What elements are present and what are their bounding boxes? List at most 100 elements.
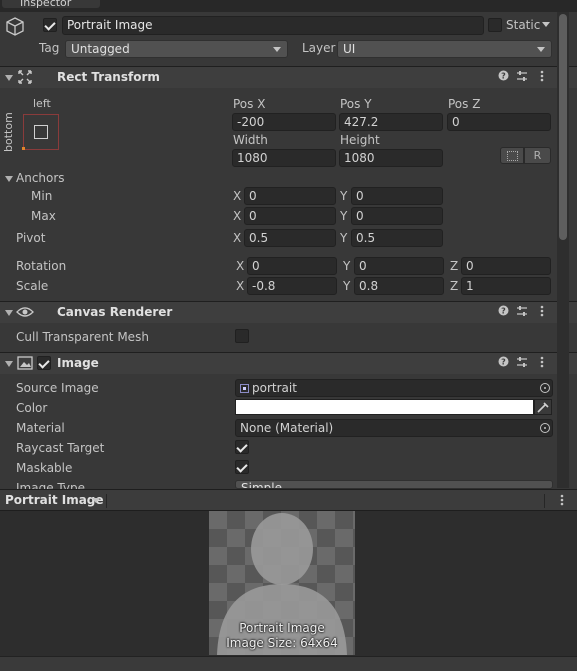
rotation-y-input[interactable]: 0 bbox=[354, 257, 444, 275]
maskable-checkbox[interactable] bbox=[235, 460, 249, 474]
gameobject-cube-icon bbox=[4, 16, 26, 38]
presets-icon[interactable] bbox=[516, 70, 528, 85]
help-icon[interactable]: ? bbox=[498, 70, 509, 84]
context-menu-icon[interactable] bbox=[540, 70, 544, 85]
anchor-min-label: Min bbox=[31, 189, 53, 203]
scale-y-input[interactable]: 0.8 bbox=[354, 277, 444, 295]
image-type-value: Simple bbox=[241, 481, 282, 489]
anchor-presets-button[interactable] bbox=[22, 114, 59, 150]
anchor-horizontal-label: left bbox=[33, 97, 51, 110]
pos-z-input[interactable]: 0 bbox=[447, 113, 551, 131]
object-picker-icon[interactable] bbox=[540, 383, 550, 393]
inspector-scrollbar-thumb[interactable] bbox=[559, 14, 567, 240]
object-name-input[interactable]: Portrait Image bbox=[62, 16, 484, 35]
image-menu-icon[interactable] bbox=[540, 356, 544, 371]
eye-icon bbox=[16, 305, 34, 319]
static-label: Static bbox=[506, 18, 541, 32]
material-picker-icon[interactable] bbox=[540, 423, 550, 433]
anchor-min-y-axis: Y bbox=[340, 189, 348, 203]
anchor-max-y-input[interactable]: 0 bbox=[351, 207, 443, 225]
anchor-max-label: Max bbox=[31, 209, 56, 223]
anchor-dot-icon bbox=[22, 147, 25, 150]
blueprint-mode-button[interactable] bbox=[500, 147, 524, 164]
raycast-target-checkbox[interactable] bbox=[235, 440, 249, 454]
canvas-renderer-menu-icon[interactable] bbox=[540, 305, 544, 320]
layer-dropdown[interactable]: UI bbox=[337, 40, 552, 58]
inspector-tab[interactable]: Inspector bbox=[2, 0, 100, 8]
svg-text:?: ? bbox=[501, 72, 506, 81]
layer-caret-icon bbox=[537, 47, 545, 52]
tag-caret-icon bbox=[273, 47, 281, 52]
anchor-max-y-axis: Y bbox=[340, 209, 348, 223]
height-input[interactable]: 1080 bbox=[339, 149, 443, 167]
pos-x-label: Pos X bbox=[233, 97, 266, 111]
preview-menu-icon[interactable] bbox=[560, 494, 564, 509]
canvas-renderer-presets-icon[interactable] bbox=[516, 305, 528, 320]
sprite-icon bbox=[240, 384, 249, 393]
rotation-x-input[interactable]: 0 bbox=[247, 257, 337, 275]
blueprint-icon bbox=[507, 151, 518, 161]
pivot-x-axis: X bbox=[233, 231, 242, 245]
anchors-fold-icon[interactable] bbox=[5, 176, 13, 182]
material-label: Material bbox=[16, 421, 65, 435]
image-help-icon[interactable]: ? bbox=[498, 356, 509, 370]
preview-title-dropdown[interactable]: Portrait Image bbox=[5, 493, 104, 507]
canvas-renderer-title: Canvas Renderer bbox=[57, 305, 173, 319]
scale-z-axis: Z bbox=[450, 279, 459, 293]
image-type-dropdown[interactable]: Simple bbox=[235, 480, 553, 489]
raycast-target-label: Raycast Target bbox=[16, 441, 105, 455]
rotation-z-input[interactable]: 0 bbox=[461, 257, 551, 275]
pivot-y-input[interactable]: 0.5 bbox=[351, 229, 443, 247]
material-field[interactable]: None (Material) bbox=[235, 419, 553, 437]
pos-y-label: Pos Y bbox=[340, 97, 372, 111]
tag-dropdown[interactable]: Untagged bbox=[65, 40, 288, 58]
scale-z-input[interactable]: 1 bbox=[461, 277, 551, 295]
cull-transparent-checkbox[interactable] bbox=[235, 329, 249, 343]
static-checkbox[interactable] bbox=[488, 18, 502, 32]
pivot-y-axis: Y bbox=[340, 231, 348, 245]
tag-value: Untagged bbox=[71, 42, 130, 56]
preview-image-size: Image Size: 64x64 bbox=[226, 636, 338, 650]
scale-x-input[interactable]: -0.8 bbox=[247, 277, 337, 295]
active-check-icon bbox=[44, 19, 56, 31]
scale-label: Scale bbox=[16, 279, 49, 293]
eyedropper-icon bbox=[537, 402, 549, 413]
pos-y-input[interactable]: 427.2 bbox=[339, 113, 443, 131]
source-image-label: Source Image bbox=[16, 381, 99, 395]
static-dropdown-caret-icon[interactable] bbox=[542, 22, 550, 27]
image-enabled-checkbox[interactable] bbox=[37, 356, 51, 370]
rotation-x-axis: X bbox=[236, 259, 245, 273]
eyedropper-button[interactable] bbox=[534, 399, 552, 415]
scale-x-axis: X bbox=[236, 279, 245, 293]
image-presets-icon[interactable] bbox=[516, 356, 528, 371]
anchor-min-x-input[interactable]: 0 bbox=[244, 187, 336, 205]
pos-x-input[interactable]: -200 bbox=[232, 113, 336, 131]
anchor-vertical-label: bottom bbox=[2, 112, 15, 152]
source-image-field[interactable]: portrait bbox=[235, 379, 553, 397]
color-swatch[interactable] bbox=[235, 399, 534, 415]
preview-divider bbox=[106, 494, 107, 508]
scale-y-axis: Y bbox=[343, 279, 351, 293]
raw-edit-button[interactable]: R bbox=[524, 147, 551, 164]
active-checkbox[interactable] bbox=[43, 18, 57, 32]
width-label: Width bbox=[233, 133, 268, 147]
width-input[interactable]: 1080 bbox=[232, 149, 336, 167]
anchor-min-x-axis: X bbox=[233, 189, 242, 203]
bottom-status-strip bbox=[0, 656, 577, 671]
preview-image-name: Portrait Image bbox=[239, 621, 325, 635]
image-fold-icon[interactable] bbox=[5, 361, 13, 367]
anchor-preset-box-icon bbox=[34, 125, 48, 139]
rotation-label: Rotation bbox=[16, 259, 67, 273]
preview-divider-right bbox=[544, 494, 545, 508]
preview-caret-icon[interactable] bbox=[92, 498, 100, 503]
svg-text:?: ? bbox=[501, 307, 506, 316]
preview-title: Portrait Image bbox=[5, 493, 104, 507]
rect-transform-fold-icon[interactable] bbox=[5, 75, 13, 81]
anchor-min-y-input[interactable]: 0 bbox=[351, 187, 443, 205]
canvas-renderer-help-icon[interactable]: ? bbox=[498, 305, 509, 319]
canvas-renderer-fold-icon[interactable] bbox=[5, 310, 13, 316]
pivot-x-input[interactable]: 0.5 bbox=[244, 229, 336, 247]
image-type-label: Image Type bbox=[16, 481, 85, 489]
anchor-max-x-input[interactable]: 0 bbox=[244, 207, 336, 225]
cull-transparent-label: Cull Transparent Mesh bbox=[16, 330, 149, 344]
